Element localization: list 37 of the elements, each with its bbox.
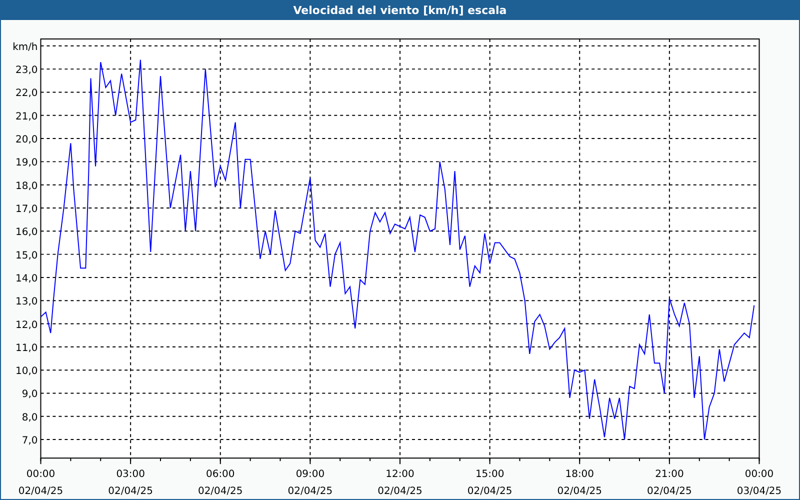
axis-label: 21:00 (655, 469, 684, 480)
date-label: 02/04/25 (288, 486, 333, 497)
date-label: 02/04/25 (467, 486, 512, 497)
axis-label: 14,0 (16, 273, 38, 284)
axis-label: 16,0 (16, 227, 38, 238)
axis-label: 12,0 (16, 320, 38, 331)
axis-label: 12:00 (386, 469, 414, 480)
axis-label: 18,0 (16, 180, 38, 192)
axis-unit: km/h (12, 42, 38, 53)
date-label: 03/04/25 (736, 486, 782, 497)
axis-label: 22,0 (16, 88, 38, 100)
date-label: 02/04/25 (378, 486, 422, 497)
axis-label: 23,0 (16, 65, 38, 76)
axis-label: 8,0 (22, 412, 38, 424)
axis-label: 11,0 (16, 342, 38, 354)
axis-label: 10,0 (16, 366, 38, 378)
axis-label: 06:00 (206, 469, 235, 480)
date-label: 02/04/25 (647, 486, 692, 497)
date-label: 02/04/25 (557, 486, 602, 497)
window-title: Velocidad del viento [km/h] escala (1, 0, 799, 20)
axis-label: 03:00 (116, 469, 145, 480)
date-label: 02/04/25 (108, 486, 153, 497)
axis-label: 00:00 (26, 469, 56, 480)
axis-label: 15:00 (475, 469, 504, 480)
axis-label: 13,0 (16, 296, 38, 308)
axis-label: 18:00 (565, 469, 594, 480)
date-label: 02/04/25 (18, 486, 64, 497)
axis-label: 9,0 (22, 389, 38, 400)
axis-label: 17,0 (16, 204, 38, 215)
axis-label: 20,0 (16, 134, 38, 146)
axis-label: 00:00 (744, 469, 774, 480)
axis-label: 7,0 (22, 436, 38, 447)
axis-label: 19,0 (16, 158, 38, 169)
axis-label: 15,0 (16, 250, 38, 262)
axis-label: 09:00 (296, 469, 325, 480)
axis-label: 21,0 (16, 111, 38, 122)
date-label: 02/04/25 (198, 486, 243, 497)
